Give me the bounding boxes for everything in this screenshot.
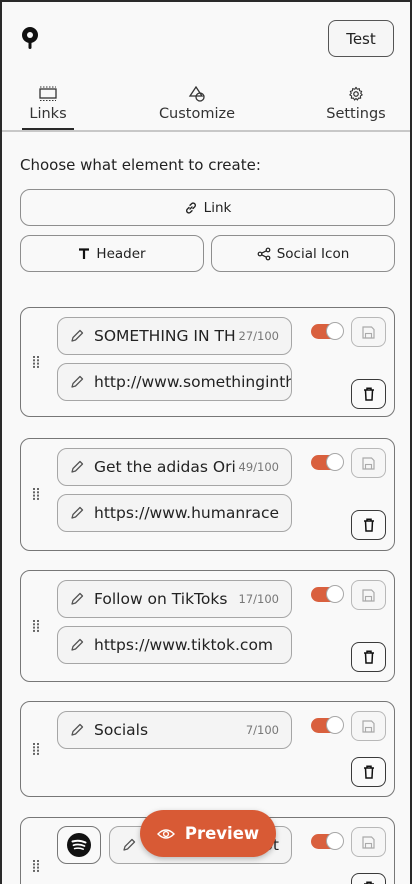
link-title-input[interactable]: Get the adidas Ori 49/100	[57, 448, 292, 486]
shapes-icon	[188, 86, 205, 102]
header-title-input[interactable]: Socials 7/100	[57, 711, 292, 749]
gear-icon	[349, 86, 363, 101]
link-url-text: https://www.humanrace	[94, 504, 280, 522]
pencil-icon	[71, 638, 84, 651]
header-card: Socials 7/100	[20, 701, 395, 797]
link-card: Get the adidas Ori 49/100 https://www.hu…	[20, 438, 395, 551]
save-button[interactable]	[351, 448, 386, 478]
link-icon	[185, 201, 196, 214]
visibility-toggle[interactable]	[311, 832, 344, 850]
pencil-icon	[71, 723, 84, 736]
preview-label: Preview	[184, 824, 260, 843]
floppy-disk-icon	[362, 835, 375, 849]
create-link-label: Link	[203, 199, 232, 216]
pencil-icon	[71, 375, 84, 388]
trash-icon	[363, 518, 374, 532]
link-title-text: Follow on TikToks	[94, 590, 228, 608]
save-button[interactable]	[351, 711, 386, 741]
drag-handle-icon[interactable]	[33, 356, 41, 368]
pencil-icon	[71, 329, 84, 342]
create-header-label: Header	[96, 245, 146, 262]
tab-customize[interactable]: Customize	[152, 84, 242, 130]
link-title-text: Get the adidas Ori	[94, 458, 235, 476]
trash-icon	[363, 765, 374, 779]
location-pin-logo-icon	[22, 27, 38, 49]
delete-button[interactable]	[351, 873, 386, 884]
drag-handle-icon[interactable]	[33, 860, 41, 872]
delete-button[interactable]	[351, 379, 386, 409]
eye-icon	[156, 828, 175, 839]
floppy-disk-icon	[362, 588, 375, 602]
tab-settings-label: Settings	[326, 106, 386, 122]
header-title-text: Socials	[94, 721, 149, 739]
char-count: 49/100	[238, 460, 279, 474]
floppy-disk-icon	[362, 719, 375, 733]
link-title-text: SOMETHING IN THE	[94, 327, 235, 345]
social-icon-picker[interactable]	[57, 826, 101, 864]
drag-handle-icon[interactable]	[33, 743, 41, 755]
link-url-text: http://www.somethinginthe	[94, 373, 291, 391]
tab-settings[interactable]: Settings	[320, 84, 392, 130]
drag-handle-icon[interactable]	[33, 488, 41, 500]
create-link-button[interactable]: Link	[20, 189, 395, 226]
tab-links-label: Links	[29, 106, 67, 122]
link-url-text: https://www.tiktok.com	[94, 636, 274, 654]
share-icon	[257, 247, 271, 260]
preview-button[interactable]: Preview	[140, 810, 276, 857]
visibility-toggle[interactable]	[311, 716, 344, 734]
char-count: 27/100	[238, 329, 279, 343]
visibility-toggle[interactable]	[311, 585, 344, 603]
drag-handle-icon[interactable]	[33, 620, 41, 632]
create-header-button[interactable]: Header	[20, 235, 204, 272]
create-social-label: Social Icon	[276, 245, 350, 262]
pencil-icon	[71, 460, 84, 473]
link-title-input[interactable]: Follow on TikToks 17/100	[57, 580, 292, 618]
link-title-input[interactable]: SOMETHING IN THE 27/100	[57, 317, 292, 355]
link-url-input[interactable]: https://www.humanrace	[57, 494, 292, 532]
text-t-icon	[79, 247, 90, 259]
links-tab-icon	[39, 86, 57, 101]
delete-button[interactable]	[351, 642, 386, 672]
save-button[interactable]	[351, 317, 386, 347]
pencil-icon	[71, 592, 84, 605]
trash-icon	[363, 650, 374, 664]
tab-links[interactable]: Links	[22, 84, 74, 130]
trash-icon	[363, 387, 374, 401]
delete-button[interactable]	[351, 510, 386, 540]
top-bar: Test	[2, 2, 410, 74]
spotify-icon	[67, 833, 91, 857]
link-card: Follow on TikToks 17/100 https://www.tik…	[20, 570, 395, 682]
link-url-input[interactable]: https://www.tiktok.com	[57, 626, 292, 664]
save-button[interactable]	[351, 827, 386, 857]
pencil-icon	[71, 506, 84, 519]
link-url-input[interactable]: http://www.somethinginthe	[57, 363, 292, 401]
tab-customize-label: Customize	[158, 106, 236, 122]
char-count: 17/100	[238, 592, 279, 606]
delete-button[interactable]	[351, 757, 386, 787]
floppy-disk-icon	[362, 456, 375, 470]
app-frame: Test Links Customize Settings Choose wha…	[0, 0, 412, 884]
test-button[interactable]: Test	[328, 20, 394, 57]
create-prompt: Choose what element to create:	[20, 156, 261, 174]
visibility-toggle[interactable]	[311, 322, 344, 340]
floppy-disk-icon	[362, 325, 375, 339]
create-social-icon-button[interactable]: Social Icon	[211, 235, 395, 272]
save-button[interactable]	[351, 580, 386, 610]
pencil-icon	[123, 838, 136, 851]
link-card: SOMETHING IN THE 27/100 http://www.somet…	[20, 307, 395, 417]
visibility-toggle[interactable]	[311, 453, 344, 471]
char-count: 7/100	[245, 723, 279, 737]
tab-bar: Links Customize Settings	[2, 84, 410, 132]
